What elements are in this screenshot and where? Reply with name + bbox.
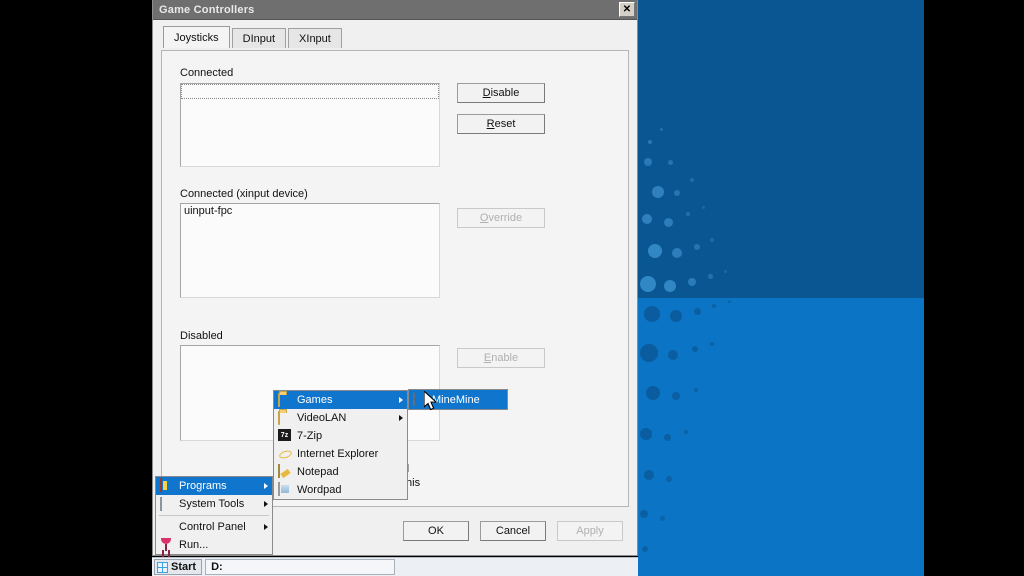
tab-strip: Joysticks DInput XInput xyxy=(163,26,637,48)
programs-menu-item-wordpad[interactable]: Wordpad xyxy=(274,481,407,499)
run-icon xyxy=(160,538,174,552)
start-menu-item-label: Run... xyxy=(179,539,209,551)
help-text: d this xyxy=(403,462,593,490)
programs-menu-item-7zip[interactable]: 7z 7-Zip xyxy=(274,427,407,445)
system-tools-icon xyxy=(160,497,174,511)
mine-icon xyxy=(413,391,427,407)
folder-icon xyxy=(278,411,292,425)
windows-logo-icon xyxy=(157,561,168,573)
programs-menu-item-label: Games xyxy=(297,394,333,406)
connected-label: Connected xyxy=(180,67,234,79)
close-icon[interactable]: ✕ xyxy=(619,2,635,17)
start-menu-item-label: Control Panel xyxy=(179,521,246,533)
chevron-right-icon xyxy=(264,524,268,530)
folder-icon xyxy=(278,393,292,407)
help-text-line-2: this xyxy=(403,477,421,489)
ok-button[interactable]: OK xyxy=(403,521,469,541)
programs-menu-item-notepad[interactable]: Notepad xyxy=(274,463,407,481)
programs-menu-item-internet-explorer[interactable]: Internet Explorer xyxy=(274,445,407,463)
override-button[interactable]: Override xyxy=(457,208,545,228)
wordpad-icon xyxy=(278,482,292,497)
disabled-label: Disabled xyxy=(180,330,223,342)
letterbox-right xyxy=(924,0,1024,576)
cancel-button[interactable]: Cancel xyxy=(480,521,546,541)
chevron-right-icon xyxy=(399,415,403,421)
connected-focus-row xyxy=(181,84,439,99)
start-menu: Programs System Tools Control Panel Run.… xyxy=(155,476,273,555)
start-button-label: Start xyxy=(171,561,197,573)
letterbox-bottom-left xyxy=(0,556,152,576)
notepad-icon xyxy=(278,464,292,479)
internet-explorer-icon xyxy=(278,447,292,461)
start-menu-item-control-panel[interactable]: Control Panel xyxy=(156,518,272,536)
letterbox-left xyxy=(0,0,152,576)
programs-menu-item-label: Internet Explorer xyxy=(297,448,379,460)
programs-menu-item-label: Wordpad xyxy=(297,484,342,496)
enable-button[interactable]: Enable xyxy=(457,348,545,368)
chevron-right-icon xyxy=(264,483,268,489)
games-menu-item-label: MineMine xyxy=(432,393,480,406)
start-button[interactable]: Start xyxy=(154,559,203,575)
reset-button[interactable]: Reset xyxy=(457,114,545,134)
start-menu-item-programs[interactable]: Programs xyxy=(156,477,272,495)
start-menu-item-system-tools[interactable]: System Tools xyxy=(156,495,272,513)
programs-menu-item-label: 7-Zip xyxy=(297,430,323,442)
disable-button[interactable]: Disable xyxy=(457,83,545,103)
desktop-background xyxy=(638,0,924,576)
programs-icon xyxy=(160,478,174,493)
connected-xinput-listbox[interactable]: uinput-fpc xyxy=(180,203,440,298)
taskbar-window-button[interactable]: D: xyxy=(205,559,396,575)
tab-dinput[interactable]: DInput xyxy=(231,28,287,48)
programs-menu-item-label: VideoLAN xyxy=(297,412,347,424)
start-menu-item-run[interactable]: Run... xyxy=(156,536,272,554)
list-item[interactable]: uinput-fpc xyxy=(181,204,439,218)
programs-menu-item-games[interactable]: Games xyxy=(274,391,407,409)
apply-button[interactable]: Apply xyxy=(557,521,623,541)
tab-joysticks[interactable]: Joysticks xyxy=(163,26,230,48)
help-text-line-1: d xyxy=(403,462,593,476)
connected-listbox[interactable] xyxy=(180,83,440,167)
tab-xinput[interactable]: XInput xyxy=(288,28,342,48)
chevron-right-icon xyxy=(399,397,403,403)
taskbar: Start D: xyxy=(152,557,638,576)
start-menu-item-label: Programs xyxy=(179,480,227,492)
desktop-band-bottom xyxy=(638,298,924,576)
dialog-titlebar[interactable]: Game Controllers ✕ xyxy=(153,0,637,20)
programs-submenu: Games VideoLAN 7z 7-Zip Internet Explore… xyxy=(273,390,408,500)
start-menu-item-label: System Tools xyxy=(179,498,245,510)
sevenzip-icon: 7z xyxy=(278,429,292,443)
games-submenu: MineMine xyxy=(408,389,508,410)
connected-xinput-label: Connected (xinput device) xyxy=(180,188,308,200)
gear-icon xyxy=(160,520,174,534)
chevron-right-icon xyxy=(264,501,268,507)
programs-menu-item-videolan[interactable]: VideoLAN xyxy=(274,409,407,427)
programs-menu-item-label: Notepad xyxy=(297,466,339,478)
start-menu-separator xyxy=(159,515,269,516)
window-title: Game Controllers xyxy=(159,3,255,16)
games-menu-item-minemine[interactable]: MineMine xyxy=(409,390,507,409)
